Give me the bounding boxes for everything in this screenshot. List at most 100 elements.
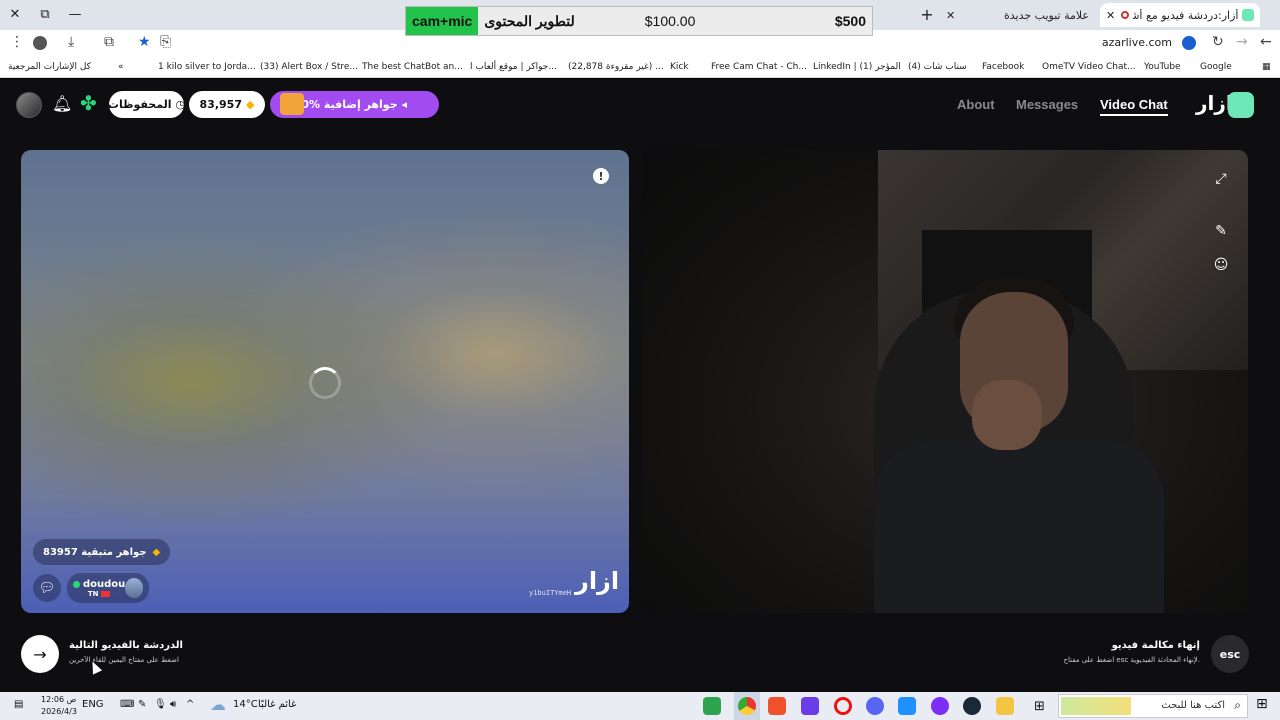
promo-label: 10% جواهر إضافية ◂ — [293, 98, 407, 111]
clover-icon[interactable]: ✤ — [80, 91, 97, 115]
nav-video-chat[interactable]: Video Chat — [1100, 97, 1168, 116]
reload-icon[interactable]: ↻ — [1212, 34, 1224, 50]
gems-promo-button[interactable]: 10% جواهر إضافية ◂ — [270, 91, 439, 118]
banner-green-label: cam+mic — [406, 7, 479, 35]
bookmarks-bar: كل الإشارات المرجعية « 1 kilo silver to … — [0, 56, 1280, 78]
bookmark-item[interactable]: Facebook — [982, 62, 1024, 72]
app-icon-2[interactable] — [801, 697, 819, 715]
taskbar-search-box[interactable]: اكتب هنا للبحث ⌕ — [1058, 694, 1248, 718]
bookmark-all[interactable]: كل الإشارات المرجعية — [8, 62, 91, 72]
bookmark-item[interactable]: 1 kilo silver to Jorda... — [158, 62, 256, 72]
bookmark-item[interactable]: (4) سناب شات — [908, 62, 967, 72]
bookmark-item[interactable]: جواكر | موقع ألعاب ا... — [470, 62, 557, 72]
steam-icon[interactable] — [963, 697, 981, 715]
partner-avatar — [125, 578, 143, 598]
chat-message-button[interactable]: 💬︎ — [33, 574, 61, 602]
gems-balance-button[interactable]: 83,957 ◆ — [189, 91, 265, 118]
bookmark-item[interactable]: OmeTV Video Chat... — [1042, 62, 1136, 72]
gems-count: 83,957 — [199, 98, 242, 111]
discord-icon[interactable] — [866, 697, 884, 715]
partner-info-chip[interactable]: doudou TN — [67, 573, 149, 603]
weather-temp[interactable]: 14°C — [233, 699, 258, 710]
cast-icon[interactable]: ⎘ — [160, 34, 171, 50]
expand-icon[interactable]: ⤢ — [1212, 170, 1230, 188]
pen-icon[interactable]: ✎ — [138, 699, 146, 710]
azar-app: 🔔︎ ✤ المحفوظات ◷ 83,957 ◆ 10% جواهر إضاف… — [0, 79, 1280, 692]
app-icon-1[interactable] — [703, 697, 721, 715]
weather-desc[interactable]: غائم غالبًا — [258, 699, 296, 710]
bookmark-star-icon[interactable]: ★ — [138, 34, 151, 50]
tab-new-tab[interactable]: ✕ علامة تبويب جديدة — [940, 3, 1095, 27]
face-filter-icon[interactable]: ☺ — [1212, 256, 1230, 274]
back-icon[interactable]: ← — [1260, 34, 1272, 50]
download-icon[interactable]: ⤓ — [68, 34, 74, 50]
extensions-icon[interactable]: ⧉ — [104, 34, 114, 50]
bookmark-item[interactable]: YouTube — [1144, 62, 1181, 72]
next-chat-button[interactable]: → — [21, 635, 59, 673]
bookmarks-more-button[interactable]: « — [118, 62, 124, 72]
flag-icon — [101, 590, 111, 597]
person-hand — [972, 380, 1042, 450]
saved-button[interactable]: المحفوظات ◷ — [108, 91, 185, 118]
bookmark-item[interactable]: LinkedIn | المؤجر (1) — [813, 62, 901, 72]
bookmark-item[interactable]: Free Cam Chat - Ch... — [711, 62, 807, 72]
weather-icon[interactable]: ☁ — [210, 695, 226, 714]
next-chat-title: الدردشة بالفيديو التالية — [69, 640, 183, 651]
profile-avatar[interactable] — [33, 36, 47, 50]
banner-amount-1: $100.00 — [644, 13, 696, 29]
tab-azar[interactable]: ✕ أزار:دردشة فيديو مع أشخاص — [1100, 3, 1260, 27]
report-button[interactable]: ! — [593, 168, 609, 184]
bookmark-item[interactable]: The best ChatBot an... — [362, 62, 463, 72]
notifications-icon[interactable]: ▤ — [14, 699, 23, 710]
bookmark-item[interactable]: Kick — [670, 62, 689, 72]
bookmark-item[interactable]: (22,878 غير مقروءة) ... — [568, 62, 664, 72]
new-tab-button[interactable]: + — [912, 0, 942, 28]
window-close-button[interactable]: ✕ — [0, 0, 30, 28]
taskbar-date[interactable]: 2026/4/3 — [41, 707, 77, 716]
window-restore-button[interactable]: ⧉ — [30, 0, 60, 28]
tab-close-icon[interactable]: ✕ — [946, 9, 955, 22]
volume-icon[interactable]: 🔊︎ — [170, 699, 176, 710]
site-settings-icon[interactable] — [1182, 36, 1196, 50]
treasure-chest-icon — [280, 93, 304, 115]
network-icon[interactable]: ⌨ — [120, 699, 134, 710]
start-button-icon[interactable]: ⊞ — [1256, 696, 1268, 712]
chrome-icon[interactable] — [738, 697, 756, 715]
nav-messages[interactable]: Messages — [1016, 97, 1078, 112]
magic-wand-icon[interactable]: ✎ — [1212, 222, 1230, 240]
microphone-icon[interactable]: 🎙︎ — [154, 699, 167, 710]
chat-bubble-icon: 💬︎ — [38, 580, 56, 596]
gems-remaining-badge: 83957 جواهر متبقية ◆ — [33, 539, 171, 565]
end-call-hint: اضغط على مفتاح esc لإنهاء المحادثة الفيد… — [1063, 656, 1200, 664]
language-indicator[interactable]: ENG — [82, 699, 104, 710]
taskbar-time[interactable]: 12:06 ص — [41, 695, 76, 704]
nav-about[interactable]: About — [957, 97, 995, 112]
notifications-bell-icon[interactable]: 🔔︎ — [52, 94, 72, 113]
donation-overlay-banner: cam+mic لتطوير المحتوى $100.00 $500 — [405, 6, 873, 36]
store-icon[interactable] — [898, 697, 916, 715]
loading-spinner-icon — [309, 367, 341, 399]
bookmark-item[interactable]: Google — [1200, 62, 1232, 72]
arrow-right-icon: → — [33, 644, 47, 664]
tab-title: أزار:دردشة فيديو مع أشخاص — [1133, 8, 1239, 22]
partner-video-panel: ! 83957 جواهر متبقية ◆ 💬︎ doudou TN y1bu… — [21, 150, 629, 613]
opera-icon[interactable] — [834, 697, 852, 715]
end-call-button[interactable]: esc — [1211, 635, 1249, 673]
azar-logo-icon[interactable] — [1228, 92, 1254, 118]
tab-close-icon[interactable]: ✕ — [1106, 9, 1115, 22]
obs-icon[interactable] — [931, 697, 949, 715]
forward-icon[interactable]: → — [1236, 34, 1248, 50]
task-view-icon[interactable]: ⊞ — [1034, 699, 1045, 714]
file-explorer-icon[interactable] — [996, 697, 1014, 715]
user-avatar[interactable] — [16, 92, 42, 118]
address-bar[interactable]: azarlive.com — [1102, 36, 1172, 49]
menu-icon[interactable]: ⋮ — [10, 34, 24, 50]
gem-icon: ◆ — [152, 546, 161, 558]
next-chat-hint: اضغط على مفتاح اليمين للقاء الآخرين — [69, 656, 179, 664]
window-minimize-button[interactable]: — — [60, 0, 90, 28]
bookmark-item[interactable]: (33) Alert Box / Stre... — [260, 62, 358, 72]
tray-chevron-icon[interactable]: ^ — [186, 699, 194, 710]
person-body — [874, 440, 1164, 613]
brave-icon[interactable] — [768, 697, 786, 715]
apps-grid-icon[interactable]: ▦ — [1262, 62, 1271, 72]
